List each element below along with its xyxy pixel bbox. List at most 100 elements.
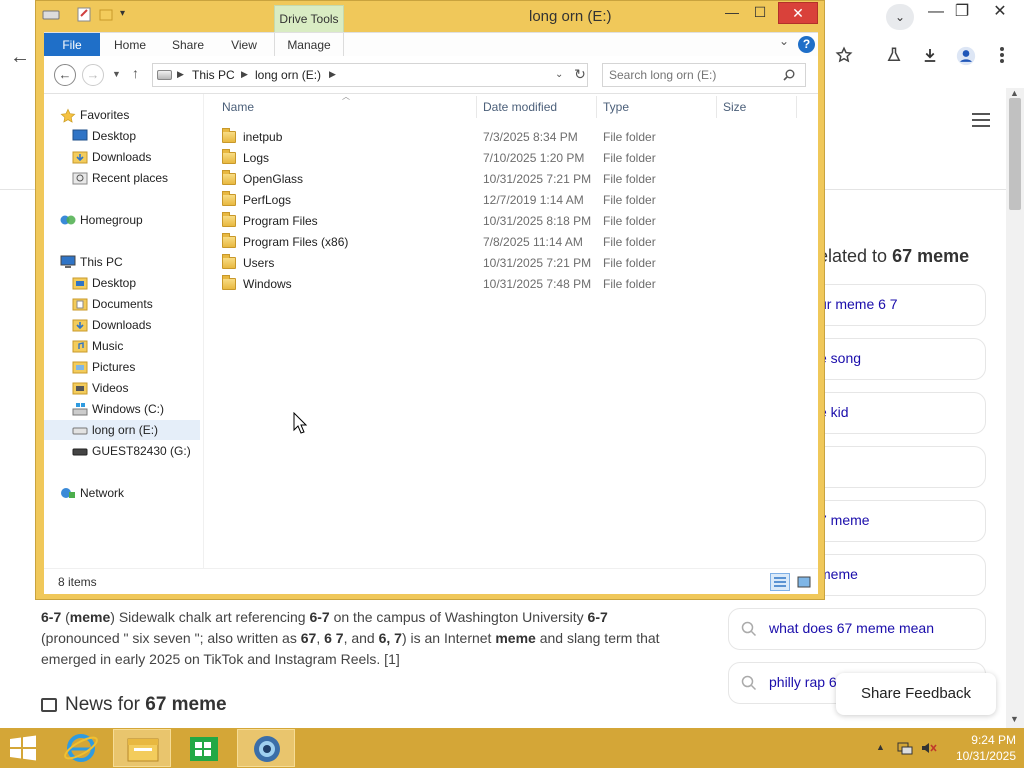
system-clock[interactable]: 9:24 PM 10/31/2025 xyxy=(944,732,1016,764)
minimize-button[interactable]: — xyxy=(722,2,742,24)
nav-documents[interactable]: Documents xyxy=(72,294,153,314)
breadcrumb-chevron-icon[interactable]: ▶ xyxy=(241,69,248,80)
customize-qat-icon[interactable]: ▾ xyxy=(120,8,125,28)
share-feedback-button[interactable]: Share Feedback xyxy=(836,673,996,715)
chevron-down-icon[interactable]: ⌄ xyxy=(779,34,789,48)
tab-share[interactable]: Share xyxy=(166,33,210,57)
videos-icon xyxy=(72,381,88,395)
browser-maximize-button[interactable]: ❐ xyxy=(948,0,976,28)
volume-muted-icon[interactable] xyxy=(920,740,938,759)
folder-icon xyxy=(222,128,236,143)
start-button[interactable] xyxy=(8,734,38,762)
back-arrow-icon[interactable]: ← xyxy=(54,64,76,86)
column-header-size[interactable]: Size xyxy=(723,94,746,120)
store-icon[interactable] xyxy=(175,729,233,767)
forward-arrow-icon[interactable]: → xyxy=(82,64,104,86)
breadcrumb-current[interactable]: long orn (E:) xyxy=(255,68,321,82)
file-row[interactable]: inetpub 7/3/2025 8:34 PM File folder xyxy=(214,127,804,148)
nav-pictures[interactable]: Pictures xyxy=(72,357,135,377)
close-button[interactable]: ✕ xyxy=(778,2,818,24)
profile-icon[interactable] xyxy=(954,46,978,70)
internet-explorer-icon[interactable] xyxy=(52,729,110,767)
column-divider[interactable] xyxy=(796,96,797,118)
new-folder-icon[interactable] xyxy=(98,6,114,26)
search-field[interactable] xyxy=(602,63,806,87)
address-dropdown-icon[interactable]: ⌄ xyxy=(555,69,563,80)
column-header-date[interactable]: Date modified xyxy=(483,94,557,120)
nav-network[interactable]: Network xyxy=(60,483,124,503)
related-search-item[interactable]: what does 67 meme mean xyxy=(728,608,986,650)
tab-file[interactable]: File xyxy=(44,33,100,57)
flask-icon[interactable] xyxy=(882,46,906,70)
star-icon[interactable] xyxy=(832,46,856,70)
file-explorer-icon[interactable] xyxy=(113,729,171,767)
computer-icon xyxy=(60,255,76,269)
network-status-icon[interactable] xyxy=(896,740,914,759)
nav-drive-c[interactable]: Windows (C:) xyxy=(72,399,164,419)
browser-icon[interactable] xyxy=(237,729,295,767)
column-divider[interactable] xyxy=(716,96,717,118)
snippet-part: (pronounced " six seven "; also written … xyxy=(41,630,301,646)
scrollbar-thumb[interactable] xyxy=(1009,98,1021,210)
related-title-prefix: elated to xyxy=(818,246,893,266)
nav-drive-e[interactable]: long orn (E:) xyxy=(44,420,200,440)
file-name: inetpub xyxy=(243,130,283,144)
column-divider[interactable] xyxy=(476,96,477,118)
search-input[interactable] xyxy=(609,66,779,84)
column-divider[interactable] xyxy=(596,96,597,118)
file-row[interactable]: PerfLogs 12/7/2019 1:14 AM File folder xyxy=(214,190,804,211)
nav-favorites[interactable]: Favorites xyxy=(60,105,129,125)
file-type: File folder xyxy=(603,151,656,165)
file-row[interactable]: Logs 7/10/2025 1:20 PM File folder xyxy=(214,148,804,169)
folder-icon xyxy=(222,149,236,164)
browser-close-button[interactable]: ✕ xyxy=(986,0,1014,28)
file-row[interactable]: Program Files 10/31/2025 8:18 PM File fo… xyxy=(214,211,804,232)
file-row[interactable]: Program Files (x86) 7/8/2025 11:14 AM Fi… xyxy=(214,232,804,253)
details-view-icon[interactable] xyxy=(770,573,790,591)
scroll-down-icon[interactable]: ▼ xyxy=(1010,714,1019,724)
browser-minimize-button[interactable]: — xyxy=(922,0,950,28)
nav-desktop[interactable]: Desktop xyxy=(72,273,136,293)
tab-manage[interactable]: Manage xyxy=(274,33,344,57)
recent-locations-icon[interactable]: ▼ xyxy=(112,69,121,79)
page-scrollbar[interactable]: ▲ ▼ xyxy=(1006,88,1024,728)
nav-homegroup[interactable]: Homegroup xyxy=(60,210,143,230)
nav-drive-g[interactable]: GUEST82430 (G:) xyxy=(72,441,191,461)
nav-favorites-desktop[interactable]: Desktop xyxy=(72,126,136,146)
download-icon[interactable] xyxy=(918,46,942,70)
tab-view[interactable]: View xyxy=(224,33,264,57)
breadcrumb-chevron-icon[interactable]: ▶ xyxy=(177,69,184,80)
nav-downloads[interactable]: Downloads xyxy=(72,315,151,335)
nav-recent-places[interactable]: Recent places xyxy=(72,168,168,188)
search-icon[interactable] xyxy=(783,69,795,81)
column-header-name[interactable]: Name xyxy=(222,94,254,120)
file-row[interactable]: OpenGlass 10/31/2025 7:21 PM File folder xyxy=(214,169,804,190)
browser-back-button[interactable]: ← xyxy=(10,46,30,69)
maximize-button[interactable]: ☐ xyxy=(750,2,770,24)
nav-music[interactable]: Music xyxy=(72,336,123,356)
file-row[interactable]: Windows 10/31/2025 7:48 PM File folder xyxy=(214,274,804,295)
properties-icon[interactable] xyxy=(76,6,92,26)
breadcrumb-this-pc[interactable]: This PC xyxy=(192,68,235,82)
address-bar[interactable]: ▶ This PC ▶ long orn (E:) ▶ ⌄ ↻ xyxy=(152,63,588,87)
drive-icon xyxy=(42,8,60,28)
file-name: Logs xyxy=(243,151,270,165)
file-type: File folder xyxy=(603,214,656,228)
nav-favorites-downloads[interactable]: Downloads xyxy=(72,147,151,167)
breadcrumb-chevron-icon[interactable]: ▶ xyxy=(329,69,336,80)
scroll-up-icon[interactable]: ▲ xyxy=(1010,88,1019,98)
file-row[interactable]: Users 10/31/2025 7:21 PM File folder xyxy=(214,253,804,274)
tab-search-button[interactable]: ⌄ xyxy=(886,4,914,30)
menu-icon[interactable] xyxy=(972,113,990,127)
refresh-icon[interactable]: ↻ xyxy=(571,66,589,83)
show-hidden-icons-icon[interactable]: ▲ xyxy=(876,742,885,752)
column-header-type[interactable]: Type xyxy=(603,94,629,120)
more-icon[interactable] xyxy=(990,46,1014,70)
nav-this-pc[interactable]: This PC xyxy=(60,252,123,272)
nav-videos[interactable]: Videos xyxy=(72,378,128,398)
tab-home[interactable]: Home xyxy=(108,33,152,57)
help-icon[interactable]: ? xyxy=(798,36,815,53)
up-arrow-icon[interactable]: ↑ xyxy=(132,65,139,81)
large-icons-view-icon[interactable] xyxy=(794,573,814,591)
search-result-snippet: 6-7 (meme) Sidewalk chalk art referencin… xyxy=(41,607,681,670)
